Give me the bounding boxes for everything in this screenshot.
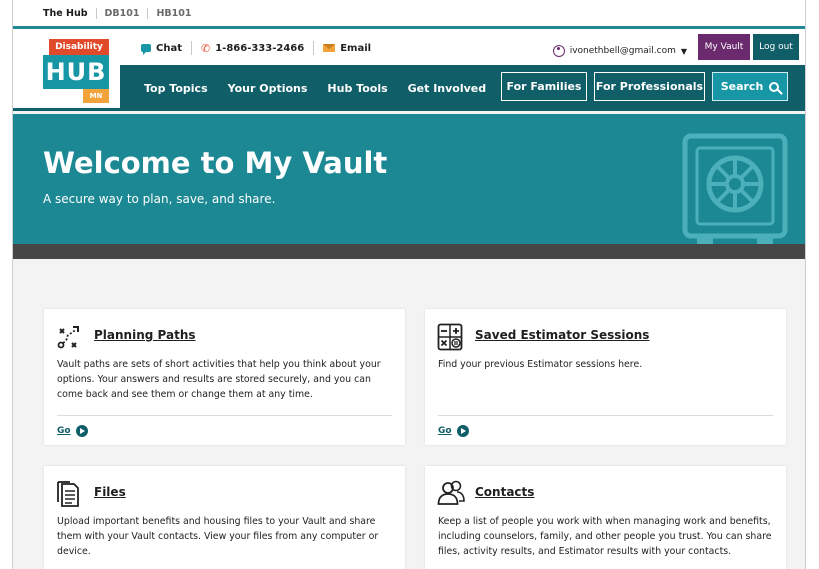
user-menu[interactable]: ivonethbell@gmail.com ▼ <box>552 39 687 63</box>
calculator-icon <box>437 323 463 351</box>
logout-button[interactable]: Log out <box>753 34 799 60</box>
for-families-button[interactable]: For Families <box>501 72 587 101</box>
main-nav: Top Topics Your Options Hub Tools Get In… <box>120 65 805 111</box>
site-strip: The Hub DB101 HB101 <box>13 0 805 29</box>
planning-paths-go-link[interactable]: Go <box>57 425 88 437</box>
chat-label: Chat <box>156 42 182 54</box>
planning-paths-link[interactable]: Planning Paths <box>94 328 196 342</box>
chevron-down-icon: ▼ <box>680 46 687 56</box>
files-icon <box>57 481 79 507</box>
contacts-icon <box>437 480 465 505</box>
disability-hub-logo[interactable]: Disability HUB MN <box>43 39 109 105</box>
saved-estimator-link[interactable]: Saved Estimator Sessions <box>475 328 649 342</box>
arrow-right-icon <box>75 425 88 437</box>
site-header: Disability HUB MN Chat ✆ 1-866-333-2466 … <box>13 29 805 111</box>
logo-top-text: Disability <box>49 39 109 55</box>
go-label: Go <box>57 426 71 436</box>
arrow-right-icon <box>456 425 469 437</box>
page-frame: The Hub DB101 HB101 Disability HUB MN Ch… <box>12 0 806 569</box>
nav-get-involved[interactable]: Get Involved <box>398 82 497 95</box>
for-professionals-button[interactable]: For Professionals <box>594 72 705 101</box>
files-link[interactable]: Files <box>94 485 126 499</box>
hero-divider <box>13 244 805 259</box>
site-tab-the-hub[interactable]: The Hub <box>31 8 96 19</box>
safe-icon <box>682 133 788 244</box>
planning-paths-description: Vault paths are sets of short activities… <box>57 359 381 400</box>
contact-row: Chat ✆ 1-866-333-2466 Email <box>141 41 380 55</box>
files-description: Upload important benefits and housing fi… <box>57 516 379 557</box>
files-card: Files Upload important benefits and hous… <box>44 466 405 569</box>
phone-icon: ✆ <box>201 41 211 55</box>
my-vault-button[interactable]: My Vault <box>698 34 750 60</box>
site-tab-db101[interactable]: DB101 <box>97 8 148 19</box>
phone-number: 1-866-333-2466 <box>215 42 305 54</box>
saved-estimator-card: Saved Estimator Sessions Find your previ… <box>425 309 786 445</box>
card-divider <box>57 415 392 416</box>
hero-banner: Welcome to My Vault A secure way to plan… <box>13 114 805 244</box>
saved-estimator-description: Find your previous Estimator sessions he… <box>438 359 643 370</box>
contacts-description: Keep a list of people you work with when… <box>438 516 772 557</box>
page-title: Welcome to My Vault <box>43 146 388 180</box>
planning-paths-card: Planning Paths Vault paths are sets of s… <box>44 309 405 445</box>
chat-link[interactable]: Chat <box>141 42 191 55</box>
planning-paths-icon <box>57 326 79 349</box>
user-icon <box>552 45 565 57</box>
logo-main-text: HUB <box>43 55 109 89</box>
user-email: ivonethbell@gmail.com <box>569 46 676 56</box>
search-button[interactable]: Search <box>712 72 788 101</box>
phone-link[interactable]: ✆ 1-866-333-2466 <box>192 42 313 55</box>
nav-your-options[interactable]: Your Options <box>218 82 318 95</box>
email-label: Email <box>340 42 372 54</box>
chat-icon <box>141 44 151 55</box>
search-label: Search <box>720 80 764 93</box>
card-divider <box>438 415 773 416</box>
contacts-card: Contacts Keep a list of people you work … <box>425 466 786 569</box>
saved-estimator-go-link[interactable]: Go <box>438 425 469 437</box>
nav-top-topics[interactable]: Top Topics <box>120 82 218 95</box>
email-link[interactable]: Email <box>314 43 380 54</box>
search-icon <box>769 81 780 92</box>
nav-hub-tools[interactable]: Hub Tools <box>317 82 397 95</box>
contacts-link[interactable]: Contacts <box>475 485 534 499</box>
site-tab-hb101[interactable]: HB101 <box>148 8 199 19</box>
go-label: Go <box>438 426 452 436</box>
page-subtitle: A secure way to plan, save, and share. <box>43 192 276 206</box>
email-icon <box>323 44 336 52</box>
logo-bottom-text: MN <box>83 89 109 103</box>
